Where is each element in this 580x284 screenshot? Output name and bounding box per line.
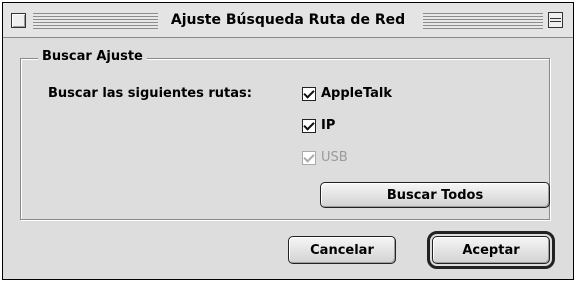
checkbox-appletalk-label: AppleTalk <box>321 86 393 101</box>
group-legend: Buscar Ajuste <box>38 49 147 64</box>
cancel-button[interactable]: Cancelar <box>288 236 396 264</box>
checkbox-ip-label: IP <box>321 118 336 133</box>
checkbox-ip[interactable]: IP <box>302 118 335 133</box>
checkbox-usb-label: USB <box>321 150 348 165</box>
checkbox-appletalk[interactable]: AppleTalk <box>302 86 392 101</box>
checkmark-icon <box>302 118 316 133</box>
title-bar-stripes-right <box>423 13 543 29</box>
checkbox-usb: USB <box>302 150 348 165</box>
close-box-icon[interactable] <box>11 13 26 28</box>
search-all-button[interactable]: Buscar Todos <box>320 182 550 208</box>
checkmark-icon <box>302 150 316 165</box>
window-title-text: Ajuste Búsqueda Ruta de Red <box>164 12 412 28</box>
search-routes-label: Buscar las siguientes rutas: <box>48 86 252 101</box>
accept-button[interactable]: Aceptar <box>427 231 555 269</box>
checkmark-icon <box>302 86 316 101</box>
title-bar-stripes-left <box>33 13 158 29</box>
collapse-box-icon[interactable] <box>548 12 563 28</box>
title-bar[interactable]: Ajuste Búsqueda Ruta de Red <box>3 3 573 38</box>
